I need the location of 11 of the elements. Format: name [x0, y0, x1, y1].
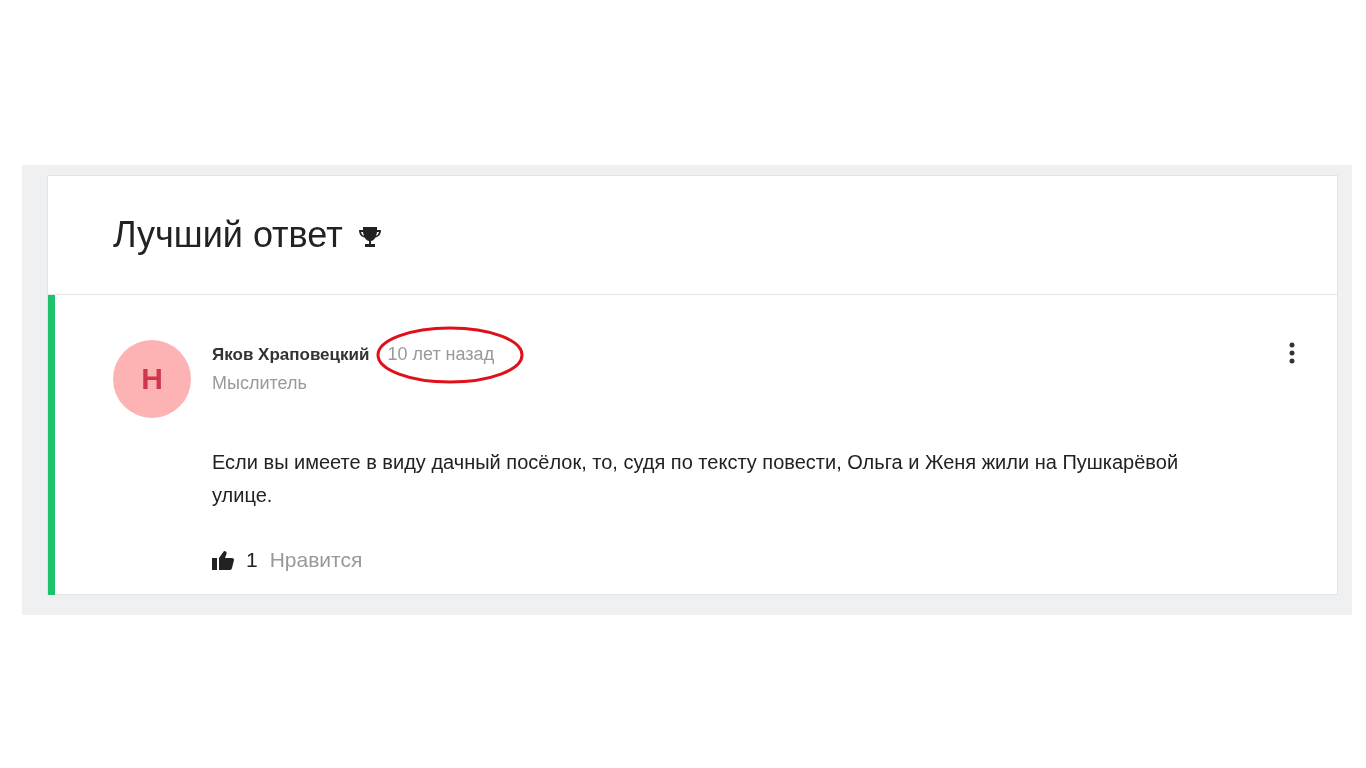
thumbs-up-icon[interactable] — [212, 550, 234, 570]
author-name[interactable]: Яков Храповецкий — [212, 344, 370, 365]
post-time: 10 лет назад — [387, 344, 495, 364]
like-button[interactable]: Нравится — [269, 548, 363, 572]
answer-text: Если вы имеете в виду дачный посёлок, то, судя по тексту повести, Ольга и Женя жили на Пушкарёвой улице. — [212, 450, 1180, 508]
like-count: 1 — [246, 548, 258, 572]
avatar[interactable]: Н — [113, 340, 191, 418]
author-rank: Мыслитель — [212, 373, 308, 394]
trophy-icon — [356, 224, 383, 250]
more-options-icon[interactable] — [1287, 342, 1297, 364]
section-title: Лучший ответ — [113, 214, 343, 256]
